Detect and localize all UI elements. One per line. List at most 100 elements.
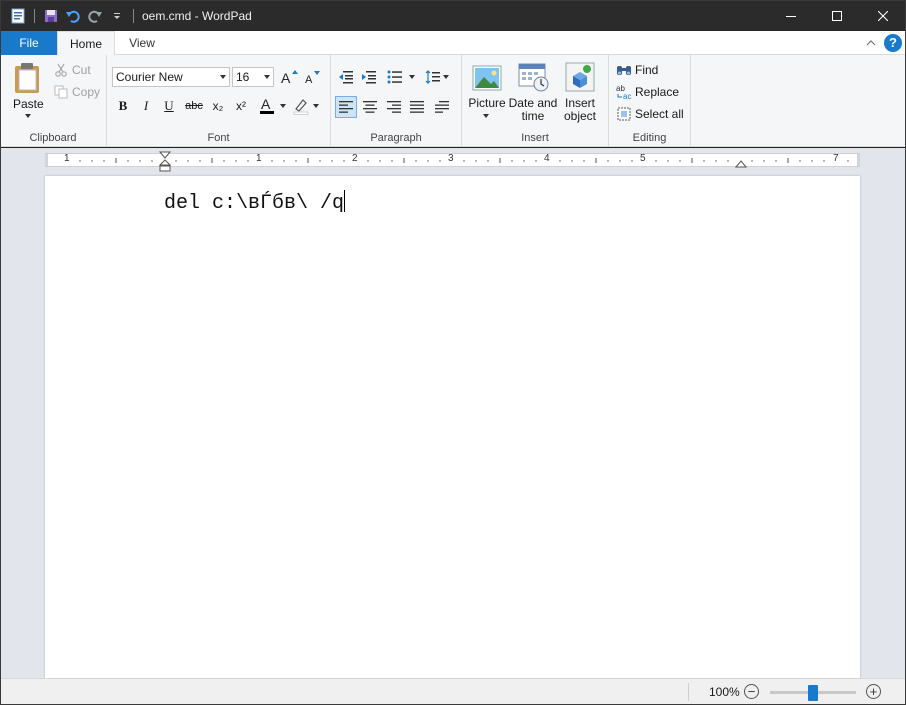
- ruler-tick: [763, 160, 765, 162]
- minimize-button[interactable]: [768, 0, 814, 31]
- paragraph-group: Paragraph: [331, 55, 462, 147]
- paste-label[interactable]: Paste: [13, 97, 44, 111]
- app-menu-icon[interactable]: [8, 6, 28, 26]
- subscript-button[interactable]: x₂: [207, 95, 229, 117]
- font-group-label: Font: [207, 132, 230, 144]
- select-all-label[interactable]: Select all: [635, 107, 684, 121]
- right-indent-marker[interactable]: [734, 157, 748, 168]
- save-icon[interactable]: [41, 6, 61, 26]
- highlight-color-button[interactable]: [290, 95, 312, 117]
- ruler-number: 5: [640, 153, 646, 164]
- ruler-tick: [247, 160, 249, 162]
- font-size-value: 16: [236, 70, 250, 84]
- ruler-area: 1 1 2 3 4 5 7: [0, 148, 906, 176]
- zoom-in-button[interactable]: +: [866, 684, 881, 699]
- ruler-tick: [727, 160, 729, 162]
- font-family-value: Courier New: [116, 70, 183, 84]
- superscript-button[interactable]: x²: [230, 95, 252, 117]
- ruler-tick: [127, 160, 129, 162]
- ruler-tick: [679, 160, 681, 162]
- text-color-dropdown-icon[interactable]: [279, 103, 287, 109]
- align-right-button[interactable]: [383, 96, 405, 118]
- ribbon: Paste Cut Copy Clipboard Courier New 16 …: [0, 55, 906, 147]
- replace-label[interactable]: Replace: [635, 85, 679, 99]
- shrink-font-button[interactable]: A: [302, 66, 324, 88]
- ruler-tick: [607, 160, 609, 162]
- cut-icon: [53, 62, 69, 78]
- insert-group-label: Insert: [521, 132, 549, 144]
- date-time-label[interactable]: Date and time: [508, 97, 558, 123]
- help-button[interactable]: ?: [884, 34, 902, 52]
- svg-text:A: A: [281, 70, 291, 84]
- font-group: Courier New 16 A A B I U abc x₂ x² A Fon…: [107, 55, 331, 147]
- justify-button[interactable]: [406, 96, 428, 118]
- ruler-tick: [631, 160, 633, 162]
- picture-icon[interactable]: [471, 62, 503, 94]
- ruler-tick: [319, 160, 321, 162]
- line-spacing-dropdown-icon[interactable]: [442, 74, 450, 80]
- strikethrough-button[interactable]: abc: [183, 95, 205, 117]
- ruler-tick: [295, 160, 297, 162]
- paragraph-settings-icon[interactable]: [431, 96, 453, 118]
- ruler-tick: [667, 160, 669, 162]
- font-family-combo[interactable]: Courier New: [112, 67, 230, 87]
- close-button[interactable]: [860, 0, 906, 31]
- font-size-combo[interactable]: 16: [232, 67, 274, 87]
- ruler-tick: [379, 160, 381, 162]
- zoom-slider-thumb[interactable]: [808, 685, 818, 701]
- increase-indent-icon[interactable]: [358, 66, 380, 88]
- tab-home[interactable]: Home: [57, 31, 115, 56]
- picture-label[interactable]: Picture: [464, 97, 510, 110]
- replace-icon[interactable]: ab ac: [616, 84, 632, 100]
- svg-text:A: A: [261, 97, 271, 112]
- picture-dropdown-icon[interactable]: [482, 113, 490, 119]
- underline-button[interactable]: U: [158, 95, 180, 117]
- quick-access-toolbar: [0, 0, 140, 31]
- svg-text:ac: ac: [623, 92, 631, 100]
- text-caret: [344, 190, 346, 212]
- maximize-button[interactable]: [814, 0, 860, 31]
- paste-icon[interactable]: [12, 61, 42, 95]
- status-bar: 100% − +: [0, 678, 906, 705]
- align-left-button[interactable]: [335, 96, 357, 118]
- ruler-tick: [199, 160, 201, 162]
- bullet-list-icon[interactable]: [384, 66, 406, 88]
- customize-qat-icon[interactable]: [107, 6, 127, 26]
- bullet-list-dropdown-icon[interactable]: [408, 74, 416, 80]
- find-label[interactable]: Find: [635, 63, 658, 77]
- tab-file[interactable]: File: [1, 31, 57, 55]
- bold-button[interactable]: B: [112, 95, 134, 117]
- text-color-button[interactable]: A: [256, 95, 278, 117]
- align-center-button[interactable]: [359, 96, 381, 118]
- tab-view[interactable]: View: [117, 31, 167, 55]
- redo-icon[interactable]: [85, 6, 105, 26]
- document-text-line[interactable]: del c:\вЃбв\ /q: [164, 190, 346, 215]
- decrease-indent-icon[interactable]: [335, 66, 357, 88]
- ribbon-tab-bar: File Home View ?: [0, 31, 906, 56]
- ruler-tick: [463, 160, 465, 162]
- italic-button[interactable]: I: [135, 95, 157, 117]
- paste-dropdown-icon[interactable]: [24, 113, 32, 119]
- copy-icon: [53, 84, 69, 100]
- insert-object-icon[interactable]: [564, 61, 596, 93]
- cut-label: Cut: [72, 63, 91, 77]
- undo-icon[interactable]: [63, 6, 83, 26]
- svg-text:A: A: [305, 74, 313, 84]
- highlight-dropdown-icon[interactable]: [312, 103, 320, 109]
- collapse-ribbon-icon[interactable]: [866, 36, 876, 50]
- ruler-tick: [427, 160, 429, 162]
- document-page[interactable]: del c:\вЃбв\ /q: [45, 176, 860, 678]
- insert-object-label[interactable]: Insert object: [558, 97, 602, 123]
- find-icon[interactable]: [616, 62, 632, 78]
- ruler-tick: [151, 160, 153, 162]
- line-spacing-icon[interactable]: [422, 66, 444, 88]
- ruler-number: 2: [352, 153, 358, 164]
- insert-group: Picture Date and time Insert object Inse…: [462, 55, 609, 147]
- select-all-icon[interactable]: [616, 106, 632, 122]
- date-time-label-line2: time: [521, 109, 545, 123]
- indent-marker[interactable]: [158, 151, 172, 173]
- calendar-clock-icon[interactable]: [517, 62, 551, 94]
- window-title: oem.cmd - WordPad: [142, 8, 252, 23]
- grow-font-button[interactable]: A: [279, 66, 301, 88]
- zoom-out-button[interactable]: −: [744, 684, 759, 699]
